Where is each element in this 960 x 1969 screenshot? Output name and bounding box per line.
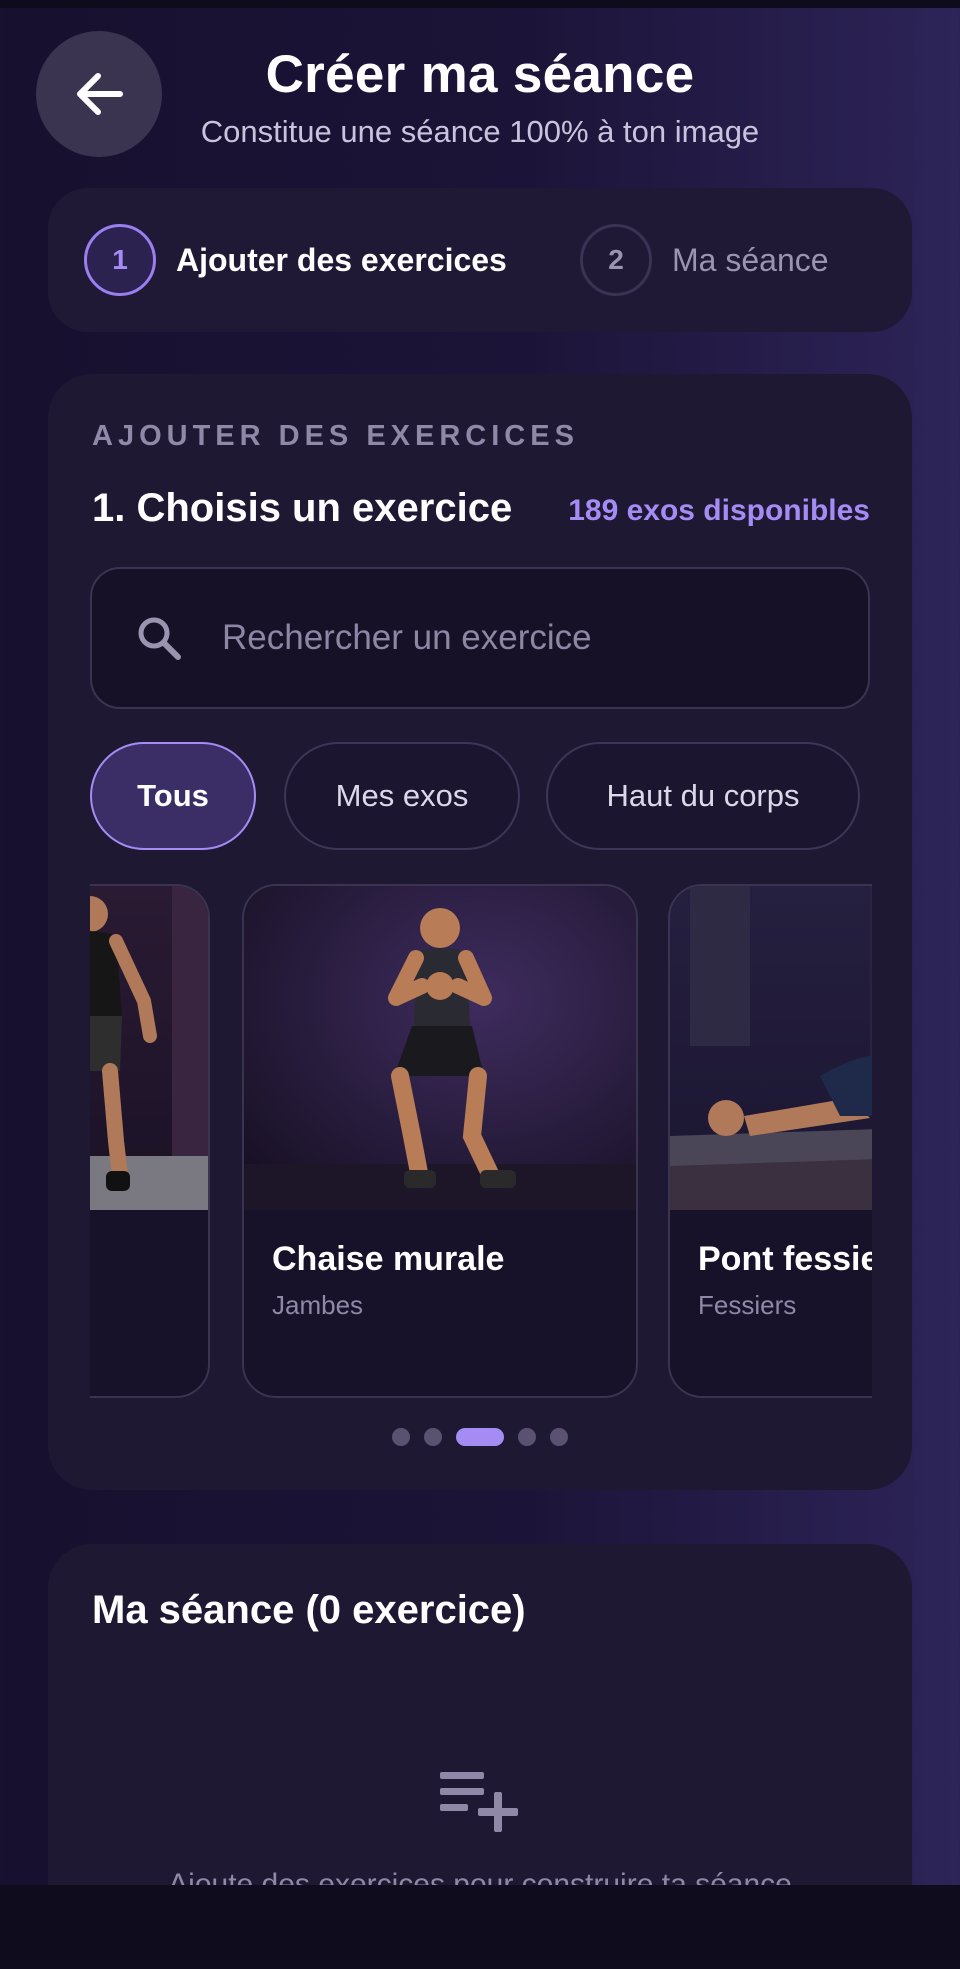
filter-chip-upper-body[interactable]: Haut du corps [546, 742, 860, 850]
search-input[interactable] [222, 618, 822, 658]
progress-stepper: 1 Ajouter des exercices 2 Ma séance [48, 188, 912, 332]
pagination-dot[interactable] [550, 1428, 568, 1446]
filter-chip-my-exercises[interactable]: Mes exos [284, 742, 520, 850]
step-add-exercises[interactable]: 1 Ajouter des exercices [84, 224, 507, 296]
session-title: Ma séance (0 exercice) [92, 1588, 526, 1632]
exercise-card[interactable]: Pont fessier Fessiers [668, 884, 872, 1398]
search-icon [138, 617, 181, 660]
exercise-card[interactable]: Chaise murale Jambes [242, 884, 638, 1398]
exercise-photo [90, 886, 208, 1210]
carousel-pagination [48, 1428, 912, 1446]
step-label: Ma séance [672, 241, 829, 278]
pagination-dot-active[interactable] [456, 1428, 504, 1446]
add-exercises-card: AJOUTER DES EXERCICES 1. Choisis un exer… [48, 374, 912, 1490]
step-my-session[interactable]: 2 Ma séance [580, 224, 829, 296]
section-label: AJOUTER DES EXERCICES [92, 420, 579, 452]
page-title: Créer ma séance [265, 45, 695, 104]
status-strip [0, 0, 960, 8]
exercise-card[interactable] [90, 884, 210, 1398]
pagination-dot[interactable] [518, 1428, 536, 1446]
exercise-category: Jambes [272, 1290, 364, 1320]
pagination-dot[interactable] [392, 1428, 410, 1446]
exercise-name: Chaise murale [272, 1240, 505, 1278]
bottom-navigation-bar [0, 1885, 960, 1969]
filter-chip-all[interactable]: Tous [90, 742, 256, 850]
exercise-photo [670, 886, 872, 1210]
page-subtitle: Constitue une séance 100% à ton image [200, 114, 760, 149]
step-number-badge: 2 [580, 224, 652, 296]
available-count: 189 exos disponibles [568, 494, 870, 527]
step-label: Ajouter des exercices [176, 241, 507, 278]
exercise-photo [244, 886, 636, 1210]
playlist-add-icon [440, 1772, 518, 1832]
exercise-carousel[interactable]: Chaise murale Jambes Pont fessi Fessiers [90, 884, 872, 1398]
exercise-category: Fessiers [698, 1290, 797, 1320]
pagination-dot[interactable] [424, 1428, 442, 1446]
search-field[interactable] [90, 567, 870, 709]
choose-exercise-heading: 1. Choisis un exercice [92, 486, 513, 530]
step-number-badge: 1 [84, 224, 156, 296]
exercise-name: Pont fessier [698, 1240, 872, 1278]
